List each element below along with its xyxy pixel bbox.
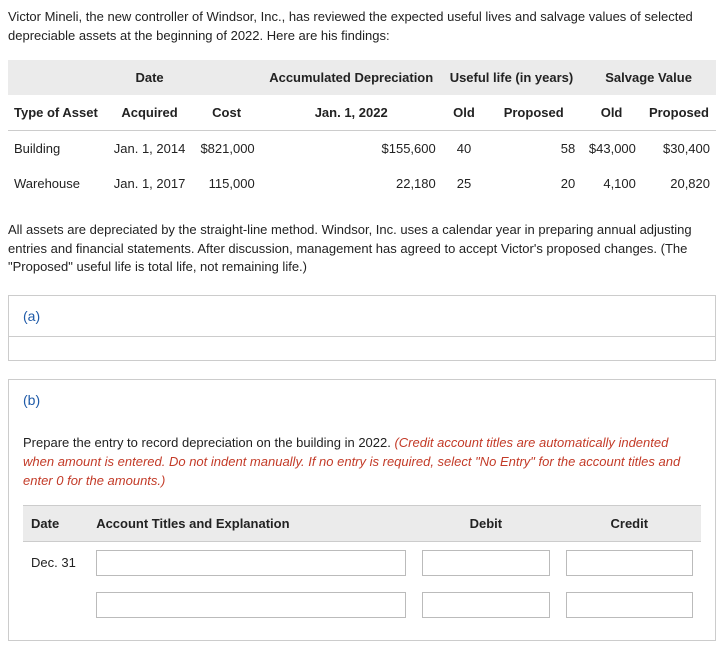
journal-entry-table: Date Account Titles and Explanation Debi… [23,505,701,626]
credit-input[interactable] [566,592,693,618]
note-text: All assets are depreciated by the straig… [8,221,716,278]
col-blank2 [193,60,261,95]
group-useful: Useful life (in years) [442,60,581,95]
col-jan: Jan. 1, 2022 [261,95,442,131]
cell-prop-salv: $30,400 [642,130,716,166]
part-a-header[interactable]: (a) [8,295,716,337]
col-prop-salv: Proposed [642,95,716,131]
group-salvage: Salvage Value [581,60,716,95]
je-head-acct: Account Titles and Explanation [88,505,414,541]
cell-prop-salv: 20,820 [642,166,716,201]
cell-old-life: 25 [442,166,486,201]
cell-type: Building [8,130,107,166]
debit-input[interactable] [422,592,549,618]
cell-accum: 22,180 [261,166,442,201]
cell-accum: $155,600 [261,130,442,166]
intro-text: Victor Mineli, the new controller of Win… [8,8,716,46]
cell-prop-life: 20 [486,166,581,201]
cell-acquired: Jan. 1, 2014 [107,130,193,166]
asset-table: Date Accumulated Depreciation Useful lif… [8,60,716,201]
account-title-input[interactable] [96,592,406,618]
col-old-life: Old [442,95,486,131]
cell-old-life: 40 [442,130,486,166]
group-accum: Accumulated Depreciation [261,60,442,95]
je-row [23,584,701,626]
group-date: Date [107,60,193,95]
part-a-body [8,337,716,361]
je-head-debit: Debit [414,505,557,541]
col-acquired: Acquired [107,95,193,131]
cell-prop-life: 58 [486,130,581,166]
debit-input[interactable] [422,550,549,576]
prepare-text: Prepare the entry to record depreciation… [23,434,701,491]
cell-acquired: Jan. 1, 2017 [107,166,193,201]
cell-old-salv: $43,000 [581,130,642,166]
cell-old-salv: 4,100 [581,166,642,201]
account-title-input[interactable] [96,550,406,576]
cell-cost: 115,000 [193,166,261,201]
prepare-plain: Prepare the entry to record depreciation… [23,435,394,450]
col-cost: Cost [193,95,261,131]
col-prop-life: Proposed [486,95,581,131]
cell-type: Warehouse [8,166,107,201]
cell-cost: $821,000 [193,130,261,166]
table-row: Warehouse Jan. 1, 2017 115,000 22,180 25… [8,166,716,201]
table-row: Building Jan. 1, 2014 $821,000 $155,600 … [8,130,716,166]
col-old-salv: Old [581,95,642,131]
part-b-header[interactable]: (b) [9,380,715,420]
je-head-date: Date [23,505,88,541]
credit-input[interactable] [566,550,693,576]
je-date-cell: Dec. 31 [23,541,88,584]
col-blank [8,60,107,95]
je-row: Dec. 31 [23,541,701,584]
je-head-credit: Credit [558,505,701,541]
col-type: Type of Asset [8,95,107,131]
part-b-box: (b) Prepare the entry to record deprecia… [8,379,716,641]
